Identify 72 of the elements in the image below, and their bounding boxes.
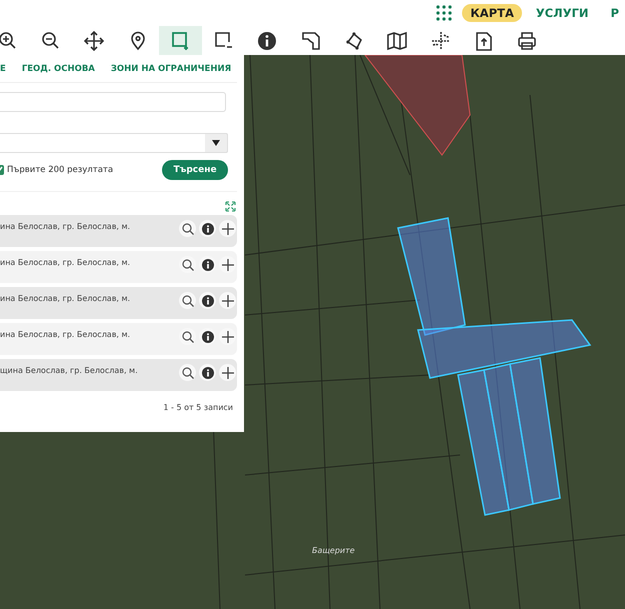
info-button[interactable] xyxy=(199,292,216,309)
panel-tab[interactable]: Е xyxy=(0,64,6,74)
result-text: ина Белослав, гр. Белослав, м. xyxy=(0,222,130,231)
add-selection-button[interactable] xyxy=(159,26,202,55)
text-input-field[interactable] xyxy=(0,92,226,112)
result-text: ина Белослав, гр. Белослав, м. xyxy=(0,258,130,267)
selected-parcel[interactable] xyxy=(483,363,534,511)
nav-link[interactable]: КАРТА xyxy=(462,4,522,22)
info-button[interactable] xyxy=(199,256,216,273)
zoom-to-button[interactable] xyxy=(179,292,196,309)
zoom-to-button[interactable] xyxy=(179,328,196,345)
place-label: Бащерите xyxy=(312,546,355,555)
result-item[interactable]: ина Белослав, гр. Белослав, м. xyxy=(0,287,237,319)
selected-parcel[interactable] xyxy=(509,357,561,505)
search-icon xyxy=(182,222,194,234)
add-button[interactable] xyxy=(219,292,236,309)
search-icon xyxy=(182,366,194,378)
add-button[interactable] xyxy=(219,328,236,345)
selected-parcel[interactable] xyxy=(457,369,510,516)
info-button[interactable] xyxy=(199,364,216,381)
info-icon xyxy=(202,294,214,306)
add-selection-icon xyxy=(170,30,191,50)
search-icon xyxy=(182,294,194,306)
search-icon xyxy=(182,258,194,270)
zoom-to-button[interactable] xyxy=(179,256,196,273)
nav-link[interactable]: Р xyxy=(602,4,625,22)
result-item[interactable]: щина Белослав, гр. Белослав, м. xyxy=(0,359,237,391)
print-icon xyxy=(517,30,538,50)
export-icon xyxy=(474,30,494,50)
plus-icon xyxy=(222,366,234,378)
apps-grid-icon xyxy=(436,5,452,21)
add-button[interactable] xyxy=(219,256,236,273)
zoom-in-icon xyxy=(0,30,18,50)
info-icon xyxy=(202,366,214,378)
add-button[interactable] xyxy=(219,364,236,381)
plus-icon xyxy=(222,258,234,270)
result-text: ина Белослав, гр. Белослав, м. xyxy=(0,330,130,339)
info-icon xyxy=(257,30,278,50)
info-button[interactable] xyxy=(199,220,216,237)
crosshair-icon xyxy=(430,30,451,50)
result-item[interactable]: ина Белослав, гр. Белослав, м. xyxy=(0,323,237,355)
info-icon xyxy=(202,330,214,342)
caret-icon xyxy=(212,140,220,146)
panel-tab[interactable]: ЗОНИ НА ОГРАНИЧЕНИЯ xyxy=(110,64,232,74)
measure-icon xyxy=(300,30,321,50)
result-text: щина Белослав, гр. Белослав, м. xyxy=(0,366,138,375)
search-icon xyxy=(182,330,194,342)
plus-icon xyxy=(222,330,234,342)
expand-icon xyxy=(225,201,236,212)
map-icon xyxy=(387,30,408,50)
zoom-out-icon xyxy=(40,30,61,50)
remove-selection-icon xyxy=(214,30,234,50)
pan-icon xyxy=(84,30,104,50)
polygon-icon xyxy=(344,30,364,50)
info-button[interactable] xyxy=(199,328,216,345)
zoom-to-button[interactable] xyxy=(179,220,196,237)
add-button[interactable] xyxy=(219,220,236,237)
selected-parcel[interactable] xyxy=(417,319,592,379)
info-icon xyxy=(202,258,214,270)
result-item[interactable]: ина Белослав, гр. Белослав, м. xyxy=(0,251,237,283)
info-icon xyxy=(202,222,214,234)
zoom-to-button[interactable] xyxy=(179,364,196,381)
plus-icon xyxy=(222,294,234,306)
plus-icon xyxy=(222,222,234,234)
dropdown-field[interactable] xyxy=(0,133,228,153)
nav-link[interactable]: УСЛУГИ xyxy=(528,4,597,22)
checkbox-label: Първите 200 резултата xyxy=(7,165,114,175)
result-item[interactable]: ина Белослав, гр. Белослав, м. xyxy=(0,215,237,247)
result-text: ина Белослав, гр. Белослав, м. xyxy=(0,294,130,303)
search-button[interactable]: Търсене xyxy=(162,160,228,180)
pagination-text: 1 - 5 от 5 записи xyxy=(162,403,234,412)
panel-tab[interactable]: ГЕОД. ОСНОВА xyxy=(22,64,95,74)
